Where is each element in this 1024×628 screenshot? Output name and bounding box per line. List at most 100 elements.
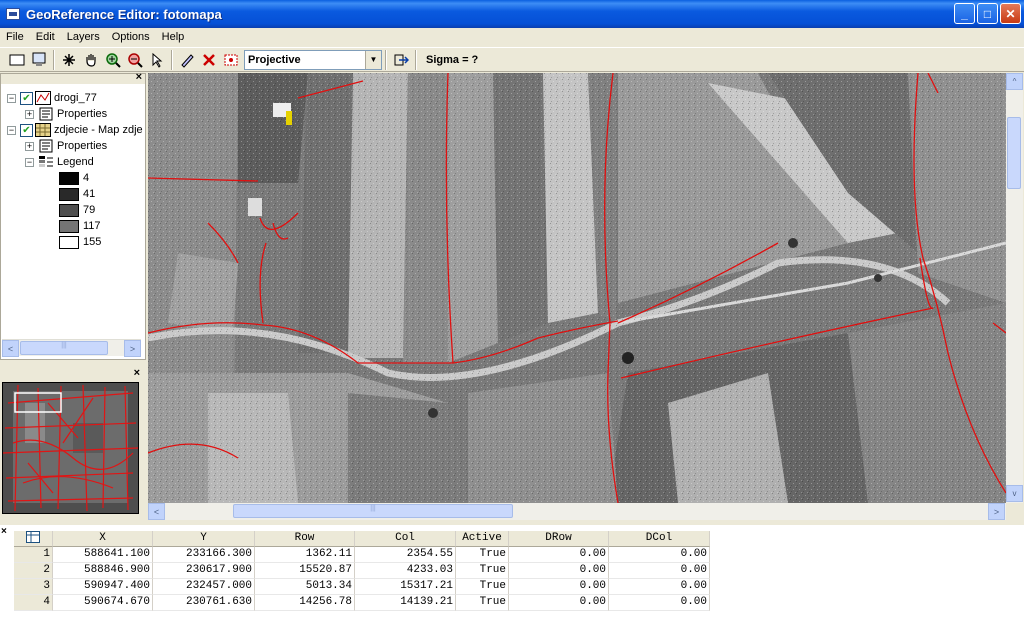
exit-icon[interactable] [390, 49, 412, 71]
recalculate-icon[interactable] [220, 49, 242, 71]
menu-help[interactable]: Help [156, 31, 191, 43]
map-horizontal-scrollbar[interactable]: < ||| > [148, 503, 1006, 520]
legend-entry: 4 [59, 170, 89, 186]
table-row[interactable]: 2 588846.900 230617.900 15520.87 4233.03… [14, 563, 710, 579]
cell-y[interactable]: 230761.630 [153, 595, 255, 611]
properties-icon [38, 139, 54, 153]
cell-col[interactable]: 4233.03 [355, 563, 456, 579]
zoom-out-icon[interactable] [124, 49, 146, 71]
show-all-icon[interactable] [28, 49, 50, 71]
scroll-left-icon[interactable]: < [148, 503, 165, 520]
sigma-readout: Sigma = ? [426, 53, 479, 66]
layer-visibility-checkbox[interactable]: ✔ [20, 91, 33, 105]
title-bar: GeoReference Editor: fotomapa _ □ ✕ [0, 0, 1024, 28]
transform-select[interactable]: Projective ▼ [244, 49, 382, 70]
column-header-row[interactable]: Row [255, 531, 355, 547]
table-row[interactable]: 1 588641.100 233166.300 1362.11 2354.55 … [14, 547, 710, 563]
toolbar-separator [385, 49, 387, 70]
tree-item-label: Properties [57, 108, 108, 120]
collapse-icon[interactable]: − [25, 157, 34, 167]
add-point-icon[interactable] [58, 49, 80, 71]
scroll-down-icon[interactable]: v [1006, 485, 1023, 502]
new-map-icon[interactable] [6, 49, 28, 71]
close-icon[interactable]: × [1, 526, 7, 537]
pan-hand-icon[interactable] [80, 49, 102, 71]
scroll-thumb[interactable]: ||| [20, 341, 108, 355]
close-icon[interactable]: × [136, 71, 142, 83]
scroll-thumb[interactable]: ||| [233, 504, 513, 518]
cell-row[interactable]: 5013.34 [255, 579, 355, 595]
legend-value: 155 [83, 236, 102, 248]
row-number[interactable]: 1 [14, 547, 53, 563]
close-icon[interactable]: × [134, 367, 140, 379]
layer-visibility-checkbox[interactable]: ✔ [20, 123, 33, 137]
legend-swatch [59, 187, 79, 201]
cell-y[interactable]: 230617.900 [153, 563, 255, 579]
chevron-down-icon[interactable]: ▼ [365, 50, 381, 69]
layer-tree-item-zdjecie[interactable]: − ✔ zdjecie - Map zdje [7, 122, 143, 138]
cell-col[interactable]: 15317.21 [355, 579, 456, 595]
cell-active[interactable]: True [456, 547, 509, 563]
column-header-active[interactable]: Active [456, 531, 509, 547]
cell-col[interactable]: 2354.55 [355, 547, 456, 563]
tiepoint-table: X Y Row Col Active DRow DCol 1 588641.10… [14, 531, 710, 611]
menu-file[interactable]: File [0, 31, 30, 43]
layer-tree-item-legend[interactable]: − Legend [25, 154, 94, 170]
minimize-button[interactable]: _ [954, 3, 975, 24]
cell-row[interactable]: 14256.78 [255, 595, 355, 611]
expand-icon[interactable]: + [25, 109, 34, 119]
overview-panel: × [0, 367, 146, 520]
cell-x[interactable]: 588641.100 [53, 547, 153, 563]
scroll-thumb[interactable] [1007, 117, 1021, 189]
collapse-icon[interactable]: − [7, 93, 16, 103]
row-number[interactable]: 4 [14, 595, 53, 611]
column-header-col[interactable]: Col [355, 531, 456, 547]
menu-layers[interactable]: Layers [61, 31, 106, 43]
toolbar-separator [415, 49, 417, 70]
map-view[interactable] [148, 73, 1006, 503]
overview-map[interactable] [2, 382, 139, 514]
close-button[interactable]: ✕ [1000, 3, 1021, 24]
column-header-drow[interactable]: DRow [509, 531, 609, 547]
cell-x[interactable]: 590674.670 [53, 595, 153, 611]
cell-active[interactable]: True [456, 563, 509, 579]
zoom-in-icon[interactable] [102, 49, 124, 71]
layer-panel-scrollbar[interactable]: < ||| > [2, 339, 141, 357]
column-header-x[interactable]: X [53, 531, 153, 547]
cell-x[interactable]: 588846.900 [53, 563, 153, 579]
row-number[interactable]: 2 [14, 563, 53, 579]
select-pointer-icon[interactable] [146, 49, 168, 71]
scroll-right-icon[interactable]: > [988, 503, 1005, 520]
layer-tree-item-properties[interactable]: + Properties [25, 106, 107, 122]
delete-point-icon[interactable] [198, 49, 220, 71]
cell-y[interactable]: 232457.000 [153, 579, 255, 595]
cell-x[interactable]: 590947.400 [53, 579, 153, 595]
cell-active[interactable]: True [456, 579, 509, 595]
layer-tree-item-drogi[interactable]: − ✔ drogi_77 [7, 90, 97, 106]
map-vertical-scrollbar[interactable]: ^ v [1006, 73, 1023, 503]
window-title: GeoReference Editor: fotomapa [26, 6, 222, 22]
cell-row[interactable]: 15520.87 [255, 563, 355, 579]
expand-icon[interactable]: + [25, 141, 34, 151]
maximize-button[interactable]: □ [977, 3, 998, 24]
cell-col[interactable]: 14139.21 [355, 595, 456, 611]
scroll-left-icon[interactable]: < [2, 340, 19, 357]
row-number[interactable]: 3 [14, 579, 53, 595]
column-header-y[interactable]: Y [153, 531, 255, 547]
layer-tree-item-properties[interactable]: + Properties [25, 138, 107, 154]
scroll-right-icon[interactable]: > [124, 340, 141, 357]
table-row[interactable]: 4 590674.670 230761.630 14256.78 14139.2… [14, 595, 710, 611]
cell-y[interactable]: 233166.300 [153, 547, 255, 563]
table-icon[interactable] [14, 531, 53, 547]
column-header-dcol[interactable]: DCol [609, 531, 710, 547]
cell-drow: 0.00 [509, 579, 609, 595]
cell-row[interactable]: 1362.11 [255, 547, 355, 563]
scroll-up-icon[interactable]: ^ [1006, 73, 1023, 90]
legend-entry: 79 [59, 202, 95, 218]
menu-edit[interactable]: Edit [30, 31, 61, 43]
collapse-icon[interactable]: − [7, 125, 16, 135]
table-row[interactable]: 3 590947.400 232457.000 5013.34 15317.21… [14, 579, 710, 595]
cell-active[interactable]: True [456, 595, 509, 611]
menu-options[interactable]: Options [106, 31, 156, 43]
edit-point-icon[interactable] [176, 49, 198, 71]
